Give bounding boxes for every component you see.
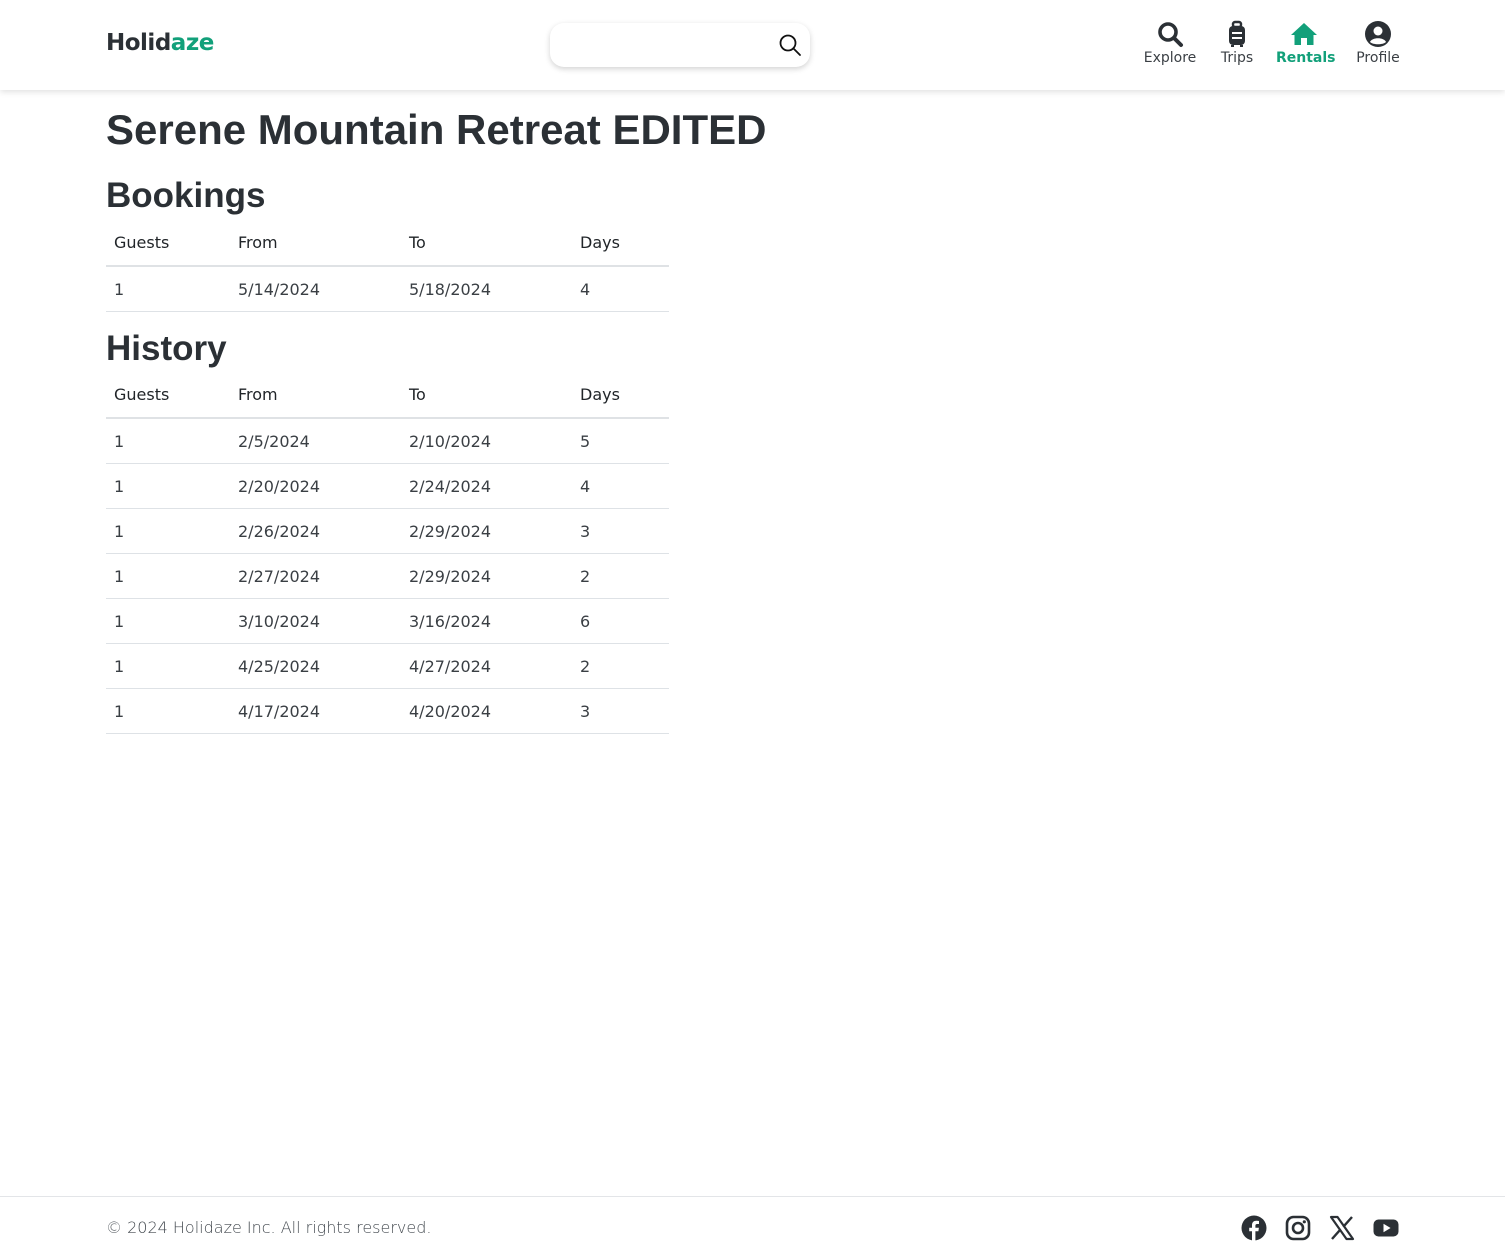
nav-explore[interactable]: Explore	[1142, 20, 1198, 66]
cell-guests: 1	[106, 463, 230, 509]
cell-days: 3	[572, 508, 669, 554]
table-row: 1 3/10/2024 3/16/2024 6	[106, 598, 669, 644]
cell-to: 2/24/2024	[401, 463, 572, 509]
nav-trips[interactable]: Trips	[1217, 20, 1257, 66]
table-row: 1 2/27/2024 2/29/2024 2	[106, 553, 669, 599]
cell-guests: 1	[106, 508, 230, 554]
table-header-row: Guests From To Days	[106, 220, 669, 267]
cell-to: 4/27/2024	[401, 643, 572, 689]
column-header-days: Days	[572, 220, 669, 267]
nav-profile-label: Profile	[1356, 50, 1400, 66]
cell-from: 4/25/2024	[230, 643, 401, 689]
cell-days: 4	[572, 266, 669, 312]
column-header-from: From	[230, 220, 401, 267]
history-heading: History	[106, 329, 227, 368]
cell-days: 4	[572, 463, 669, 509]
main-nav: Explore Trips Rentals Profile	[0, 20, 1505, 80]
cell-to: 2/10/2024	[401, 418, 572, 464]
bookings-heading: Bookings	[106, 176, 266, 215]
user-circle-icon	[1365, 21, 1391, 47]
nav-explore-label: Explore	[1143, 50, 1197, 66]
cell-guests: 1	[106, 266, 230, 312]
column-header-to: To	[401, 372, 572, 419]
nav-profile[interactable]: Profile	[1352, 20, 1404, 66]
bookings-table: Guests From To Days 1 5/14/2024 5/18/202…	[106, 220, 669, 312]
cell-from: 2/27/2024	[230, 553, 401, 599]
history-table: Guests From To Days 1 2/5/2024 2/10/2024…	[106, 372, 669, 734]
cell-guests: 1	[106, 598, 230, 644]
cell-guests: 1	[106, 643, 230, 689]
column-header-from: From	[230, 372, 401, 419]
cell-to: 5/18/2024	[401, 266, 572, 312]
table-row: 1 5/14/2024 5/18/2024 4	[106, 266, 669, 312]
cell-from: 2/5/2024	[230, 418, 401, 464]
site-header: Holidaze Explore Trips Rentals Profile	[0, 0, 1505, 90]
cell-from: 5/14/2024	[230, 266, 401, 312]
table-row: 1 4/25/2024 4/27/2024 2	[106, 643, 669, 689]
x-icon[interactable]	[1329, 1215, 1355, 1241]
cell-days: 2	[572, 553, 669, 599]
cell-to: 4/20/2024	[401, 688, 572, 734]
table-header-row: Guests From To Days	[106, 372, 669, 419]
cell-from: 4/17/2024	[230, 688, 401, 734]
facebook-icon[interactable]	[1241, 1215, 1267, 1241]
instagram-icon[interactable]	[1285, 1215, 1311, 1241]
column-header-guests: Guests	[106, 372, 230, 419]
table-row: 1 4/17/2024 4/20/2024 3	[106, 688, 669, 734]
table-row: 1 2/5/2024 2/10/2024 5	[106, 418, 669, 464]
cell-days: 5	[572, 418, 669, 464]
nav-rentals[interactable]: Rentals	[1276, 20, 1336, 66]
table-row: 1 2/26/2024 2/29/2024 3	[106, 508, 669, 554]
column-header-days: Days	[572, 372, 669, 419]
cell-guests: 1	[106, 688, 230, 734]
page-title: Serene Mountain Retreat EDITED	[106, 106, 767, 153]
nav-trips-label: Trips	[1220, 50, 1254, 66]
suitcase-icon	[1229, 20, 1245, 47]
house-icon	[1291, 23, 1317, 45]
site-footer: © 2024 Holidaze Inc. All rights reserved…	[0, 1196, 1505, 1260]
cell-guests: 1	[106, 418, 230, 464]
table-row: 1 2/20/2024 2/24/2024 4	[106, 463, 669, 509]
column-header-guests: Guests	[106, 220, 230, 267]
cell-days: 2	[572, 643, 669, 689]
column-header-to: To	[401, 220, 572, 267]
youtube-icon[interactable]	[1373, 1215, 1399, 1241]
cell-to: 2/29/2024	[401, 508, 572, 554]
cell-to: 3/16/2024	[401, 598, 572, 644]
cell-from: 2/20/2024	[230, 463, 401, 509]
cell-days: 3	[572, 688, 669, 734]
search-icon	[1158, 22, 1183, 47]
nav-rentals-label: Rentals	[1276, 50, 1336, 66]
cell-to: 2/29/2024	[401, 553, 572, 599]
cell-days: 6	[572, 598, 669, 644]
cell-from: 3/10/2024	[230, 598, 401, 644]
cell-from: 2/26/2024	[230, 508, 401, 554]
cell-guests: 1	[106, 553, 230, 599]
copyright-text: © 2024 Holidaze Inc. All rights reserved…	[106, 1218, 432, 1237]
